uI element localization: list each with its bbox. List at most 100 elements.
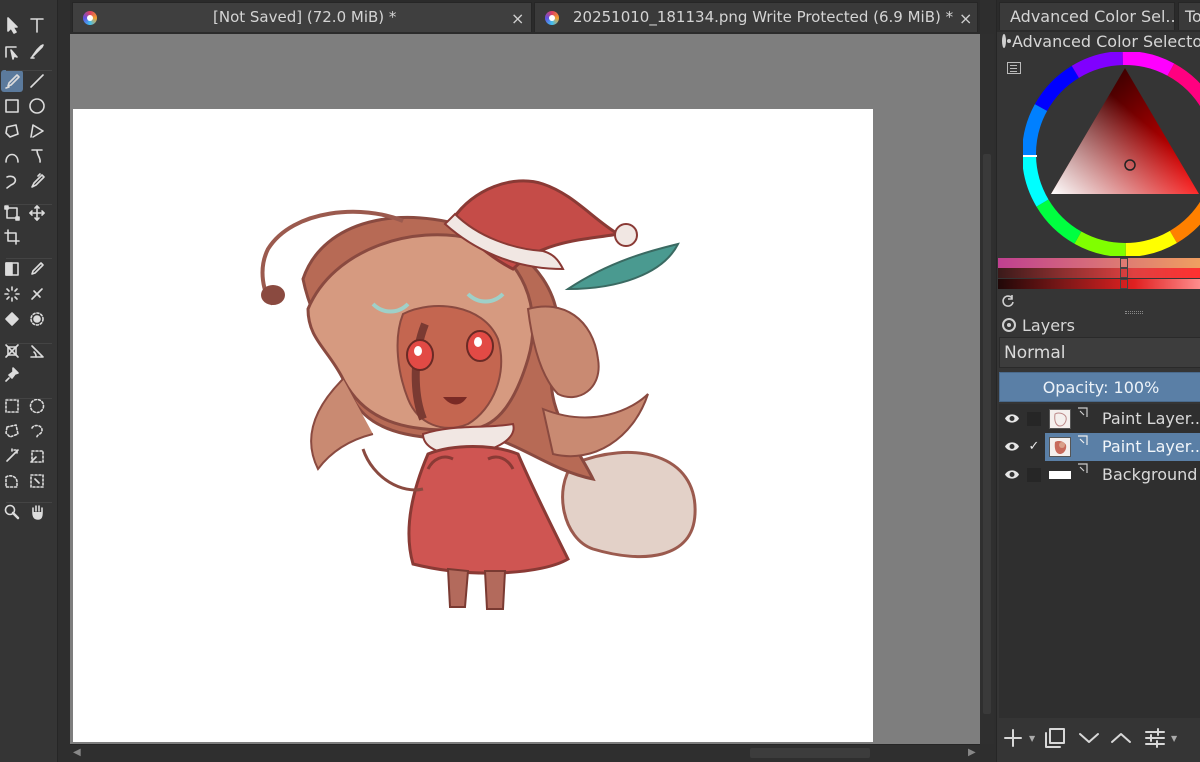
similar-color-selection-button[interactable]: [26, 445, 48, 467]
hue-slider-handle[interactable]: [1120, 258, 1128, 268]
document-tab-not-saved[interactable]: [Not Saved] (72.0 MiB) * ×: [72, 2, 532, 32]
color-picker-button[interactable]: [26, 258, 48, 280]
layer-properties-button[interactable]: [1143, 726, 1167, 750]
docker-float-icon[interactable]: [1002, 318, 1016, 332]
saturation-slider[interactable]: [998, 268, 1200, 278]
rectangular-selection-icon: [5, 399, 19, 413]
scroll-right-arrow-icon[interactable]: ▶: [968, 747, 976, 758]
dock-tab-advanced-color-selector[interactable]: Advanced Color Sel...: [999, 2, 1175, 30]
saturation-slider-handle[interactable]: [1120, 268, 1128, 278]
canvas-paper[interactable]: [73, 109, 873, 742]
vertical-scrollbar-thumb[interactable]: [983, 154, 991, 714]
smart-patch-icon: [31, 288, 43, 300]
contiguous-selection-button[interactable]: [1, 445, 23, 467]
paint-layer-icon: [1078, 435, 1088, 445]
contiguous-selection-icon: [6, 448, 19, 462]
add-layer-button[interactable]: [1001, 726, 1025, 750]
close-tab-icon[interactable]: ×: [511, 9, 524, 28]
polygonal-selection-icon: [5, 424, 19, 438]
calligraphy-button[interactable]: [26, 40, 48, 62]
document-tab-png[interactable]: 20251010_181134.png Write Protected (6.9…: [534, 2, 978, 32]
move-layer-up-button[interactable]: [1109, 726, 1133, 750]
freehand-selection-button[interactable]: [26, 420, 48, 442]
chevron-down-icon: [1079, 733, 1099, 743]
canvas-area[interactable]: [70, 34, 980, 744]
toolbox-separator: [6, 398, 52, 399]
gradient-tool-button[interactable]: [1, 258, 23, 280]
colorize-mask-icon: [4, 286, 20, 302]
multibrush-button[interactable]: [26, 170, 48, 192]
refresh-icon[interactable]: [1001, 294, 1015, 308]
add-layer-caret-icon[interactable]: ▼: [1029, 734, 1035, 743]
layer-name: Background: [1102, 465, 1198, 484]
freehand-brush-button[interactable]: [1, 70, 23, 92]
polygonal-selection-button[interactable]: [1, 420, 23, 442]
visibility-eye-icon[interactable]: [1004, 440, 1020, 453]
select-shapes-icon: [7, 17, 18, 34]
text-tool-button[interactable]: [26, 14, 48, 36]
layers-list: Paint Layer... ✓ Paint Layer... Backgrou…: [999, 404, 1200, 718]
dock-tab-tool-options[interactable]: To: [1178, 2, 1200, 30]
enclose-fill-button[interactable]: [26, 308, 48, 330]
right-docker-panel: Advanced Color Sel... To Advanced Color …: [996, 0, 1200, 762]
toolbox-separator: [6, 343, 52, 344]
toolbox-separator: [6, 204, 52, 205]
horizontal-scrollbar-thumb[interactable]: [750, 748, 870, 758]
opacity-slider[interactable]: Opacity: 100%: [999, 372, 1200, 402]
select-shapes-button[interactable]: [1, 14, 23, 36]
smart-patch-button[interactable]: [26, 283, 48, 305]
reference-images-button[interactable]: [1, 364, 23, 386]
value-slider-handle[interactable]: [1120, 279, 1128, 289]
magnetic-selection-icon: [30, 474, 44, 488]
polygon-tool-button[interactable]: [1, 120, 23, 142]
crop-tool-button[interactable]: [1, 226, 23, 248]
hue-slider[interactable]: [998, 258, 1200, 268]
move-tool-icon: [29, 205, 45, 221]
layer-properties-caret-icon[interactable]: ▼: [1171, 734, 1177, 743]
line-tool-button[interactable]: [26, 70, 48, 92]
dynamic-brush-button[interactable]: [1, 170, 23, 192]
horizontal-scrollbar[interactable]: ◀ ▶: [70, 744, 980, 762]
scroll-left-arrow-icon[interactable]: ◀: [73, 747, 81, 758]
layer-name: Paint Layer...: [1102, 437, 1200, 456]
crop-tool-icon: [4, 229, 20, 245]
layer-row-background[interactable]: Background: [999, 461, 1200, 489]
vertical-scrollbar[interactable]: [980, 34, 994, 744]
color-selector-settings-icon[interactable]: [1007, 62, 1021, 74]
toolbox-separator: [6, 258, 52, 259]
krita-logo-icon: [545, 11, 559, 25]
bezier-curve-button[interactable]: [1, 145, 23, 167]
layer-checkbox-checked[interactable]: ✓: [1027, 440, 1041, 454]
bezier-selection-button[interactable]: [1, 470, 23, 492]
visibility-eye-icon[interactable]: [1004, 468, 1020, 481]
move-layer-down-button[interactable]: [1077, 726, 1101, 750]
rectangle-tool-button[interactable]: [1, 95, 23, 117]
bezier-curve-icon: [5, 153, 19, 163]
layer-checkbox[interactable]: [1027, 468, 1041, 482]
zoom-tool-icon: [4, 504, 20, 520]
magnetic-selection-button[interactable]: [26, 470, 48, 492]
zoom-tool-button[interactable]: [1, 501, 23, 523]
blend-mode-dropdown[interactable]: Normal: [999, 337, 1200, 368]
artwork-chibi-drawing: [260, 179, 697, 610]
text-tool-icon: [30, 18, 44, 33]
layer-checkbox[interactable]: [1027, 412, 1041, 426]
ellipse-tool-icon: [29, 98, 45, 114]
duplicate-layer-button[interactable]: [1043, 726, 1067, 750]
ellipse-tool-button[interactable]: [26, 95, 48, 117]
docker-float-icon[interactable]: [1002, 34, 1011, 48]
layer-row[interactable]: Paint Layer...: [999, 405, 1200, 433]
fill-tool-button[interactable]: [1, 308, 23, 330]
polyline-tool-button[interactable]: [26, 120, 48, 142]
freehand-path-button[interactable]: [26, 145, 48, 167]
transform-tool-button[interactable]: [1, 202, 23, 224]
move-tool-button[interactable]: [26, 202, 48, 224]
colorize-mask-button[interactable]: [1, 283, 23, 305]
value-slider[interactable]: [998, 279, 1200, 289]
edit-shapes-button[interactable]: [1, 40, 23, 62]
visibility-eye-icon[interactable]: [1004, 412, 1020, 425]
layer-row-selected[interactable]: ✓ Paint Layer...: [999, 433, 1200, 461]
close-tab-icon[interactable]: ×: [959, 9, 972, 28]
pan-tool-button[interactable]: [26, 501, 48, 523]
color-wheel[interactable]: [1023, 52, 1200, 256]
